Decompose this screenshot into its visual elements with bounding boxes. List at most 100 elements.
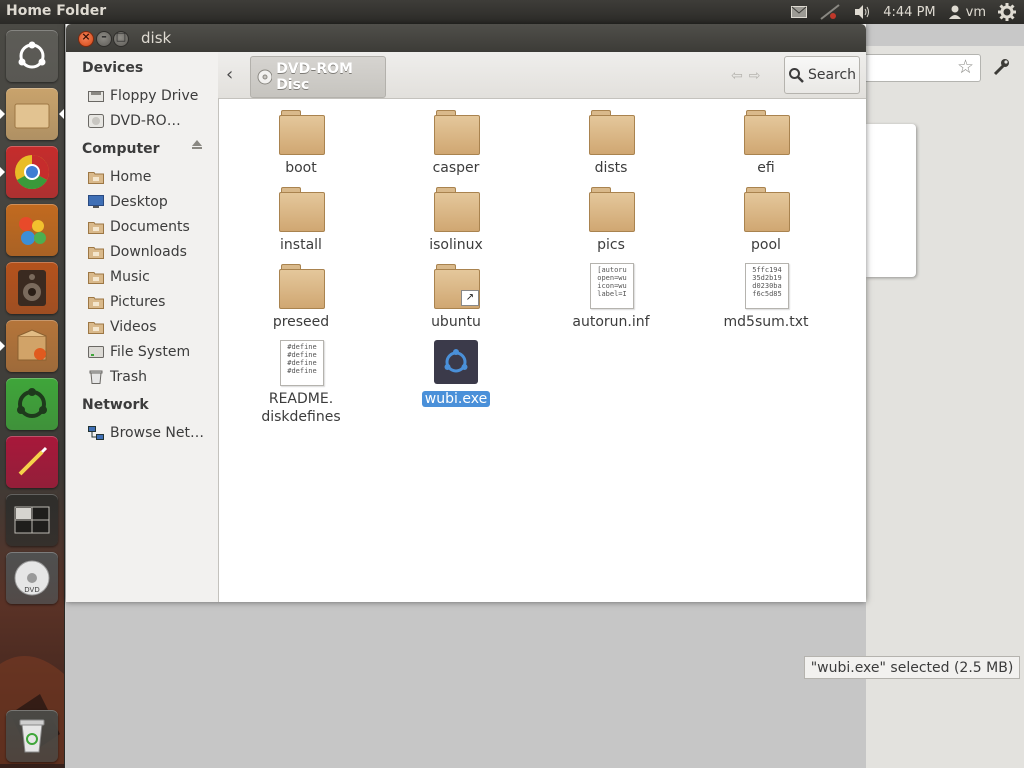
documents-folder-icon xyxy=(88,222,104,234)
folder-icon xyxy=(744,109,790,155)
text-editor-icon[interactable] xyxy=(6,436,58,488)
folder-icon xyxy=(279,263,325,309)
focused-indicator xyxy=(59,109,64,119)
window-minimize-button[interactable]: – xyxy=(96,30,112,47)
file-view[interactable]: boot casper dists efi install isolinux pics poo… xyxy=(219,99,1020,679)
file-name: pics xyxy=(597,237,625,253)
sidebar-item-videos[interactable]: Videos xyxy=(88,316,214,338)
sidebar-item-label: Home xyxy=(110,169,152,185)
workspace-switcher-icon[interactable] xyxy=(6,494,58,546)
file-name: README. diskdefines xyxy=(261,391,341,425)
user-icon xyxy=(948,5,961,19)
videos-folder-icon xyxy=(88,322,104,334)
sidebar-item-music[interactable]: Music xyxy=(88,266,214,288)
sidebar-item-home[interactable]: Home xyxy=(88,166,214,188)
wrench-icon[interactable] xyxy=(992,58,1010,80)
nav-arrows[interactable]: ⇦⇨ xyxy=(731,68,766,84)
dvd-launcher-icon[interactable]: DVD xyxy=(6,552,58,604)
file-preview-text: 5ffc194 35d2b19 d0230ba f6c5d85 xyxy=(752,266,782,298)
sidebar-item-label: Trash xyxy=(110,369,147,385)
file-item[interactable]: isolinux xyxy=(381,186,531,254)
status-bar: "wubi.exe" selected (2.5 MB) xyxy=(804,656,1020,679)
file-name: isolinux xyxy=(429,237,483,253)
file-preview-text: #define #define #define #define xyxy=(287,343,317,375)
text-file-icon: [autoru open=wu icon=wu label=I xyxy=(589,263,634,309)
volume-icon[interactable] xyxy=(853,4,871,20)
file-name: casper xyxy=(432,160,480,176)
window-titlebar[interactable]: × – □ disk xyxy=(66,24,866,52)
sidebar-item-downloads[interactable]: Downloads xyxy=(88,241,214,263)
back-button[interactable]: ‹ xyxy=(226,64,233,85)
bookmark-star-icon[interactable]: ☆ xyxy=(957,56,974,78)
sidebar-item-label: Downloads xyxy=(110,244,187,260)
file-name: pool xyxy=(751,237,781,253)
path-bar-label: DVD-ROM Disc xyxy=(276,61,353,93)
sidebar-item-label: Floppy Drive xyxy=(110,88,199,104)
sidebar-item-trash[interactable]: Trash xyxy=(88,366,214,388)
speaker-app-icon[interactable] xyxy=(6,262,58,314)
toolbar: ‹ DVD-ROM Disc ⇦⇨ Search xyxy=(218,52,866,99)
ubuntu-one-icon[interactable] xyxy=(6,378,58,430)
trash-launcher-icon[interactable] xyxy=(6,710,58,762)
folder-icon xyxy=(434,186,480,232)
dash-home-icon[interactable] xyxy=(6,30,58,82)
pictures-folder-icon xyxy=(88,297,104,309)
file-item[interactable]: ↗ ubuntu xyxy=(381,263,531,331)
sidebar-item-floppy-drive[interactable]: Floppy Drive xyxy=(88,85,214,107)
sidebar-item-label: Documents xyxy=(110,219,190,235)
window-title: disk xyxy=(141,29,172,47)
clock[interactable]: 4:44 PM xyxy=(883,5,935,20)
window-maximize-button[interactable]: □ xyxy=(113,30,129,47)
sidebar-item-desktop[interactable]: Desktop xyxy=(88,191,214,213)
file-item[interactable]: casper xyxy=(381,109,531,177)
sidebar-item-file-system[interactable]: File System xyxy=(88,341,214,363)
file-item[interactable]: 5ffc194 35d2b19 d0230ba f6c5d85 md5sum.tx… xyxy=(691,263,841,331)
user-menu[interactable]: vm xyxy=(948,5,986,20)
floppy-drive-icon xyxy=(88,91,104,102)
file-item[interactable]: dists xyxy=(536,109,686,177)
file-name: md5sum.txt xyxy=(723,314,809,330)
dvd-drive-icon xyxy=(88,114,104,128)
sidebar-item-documents[interactable]: Documents xyxy=(88,216,214,238)
gear-icon[interactable] xyxy=(998,3,1016,21)
path-bar-button[interactable]: DVD-ROM Disc xyxy=(250,56,386,98)
search-label: Search xyxy=(807,67,857,83)
file-item[interactable]: install xyxy=(226,186,376,254)
file-name: boot xyxy=(285,160,317,176)
eject-icon[interactable] xyxy=(191,138,203,154)
software-center-icon[interactable] xyxy=(6,320,58,372)
file-name: dists xyxy=(594,160,628,176)
file-item[interactable]: pool xyxy=(691,186,841,254)
browser-popup-panel xyxy=(866,124,916,277)
file-name: autorun.inf xyxy=(572,314,650,330)
file-item[interactable]: boot xyxy=(226,109,376,177)
sidebar-item-browse-net[interactable]: Browse Net… xyxy=(88,422,214,444)
folder-icon xyxy=(434,109,480,155)
file-item[interactable]: efi xyxy=(691,109,841,177)
chromium-browser-icon[interactable] xyxy=(6,146,58,198)
window-close-button[interactable]: × xyxy=(78,30,94,47)
file-item[interactable]: pics xyxy=(536,186,686,254)
network-icon xyxy=(88,426,104,440)
sidebar-item-dvd-ro[interactable]: DVD-RO… xyxy=(88,110,214,132)
file-name: wubi.exe xyxy=(421,391,491,407)
file-system-icon xyxy=(88,346,104,358)
sidebar-item-label: Pictures xyxy=(110,294,166,310)
network-status-icon[interactable] xyxy=(819,3,841,21)
svg-text:DVD: DVD xyxy=(24,586,39,594)
sidebar-item-label: DVD-RO… xyxy=(110,113,181,129)
file-item[interactable]: [autoru open=wu icon=wu label=I autorun.i… xyxy=(536,263,686,331)
paint-app-icon[interactable] xyxy=(6,204,58,256)
mail-icon[interactable] xyxy=(791,6,808,18)
desktop-icon xyxy=(88,195,104,208)
file-item[interactable]: wubi.exe xyxy=(381,340,531,408)
file-name: ubuntu xyxy=(431,314,481,330)
music-folder-icon xyxy=(88,272,104,284)
sidebar-item-label: Music xyxy=(110,269,150,285)
file-item[interactable]: preseed xyxy=(226,263,376,331)
sidebar-item-pictures[interactable]: Pictures xyxy=(88,291,214,313)
search-button[interactable]: Search xyxy=(784,56,860,94)
desktop-background xyxy=(66,602,866,768)
file-item[interactable]: #define #define #define #define README. d… xyxy=(226,340,376,426)
home-folder-launcher-icon[interactable] xyxy=(6,88,58,140)
